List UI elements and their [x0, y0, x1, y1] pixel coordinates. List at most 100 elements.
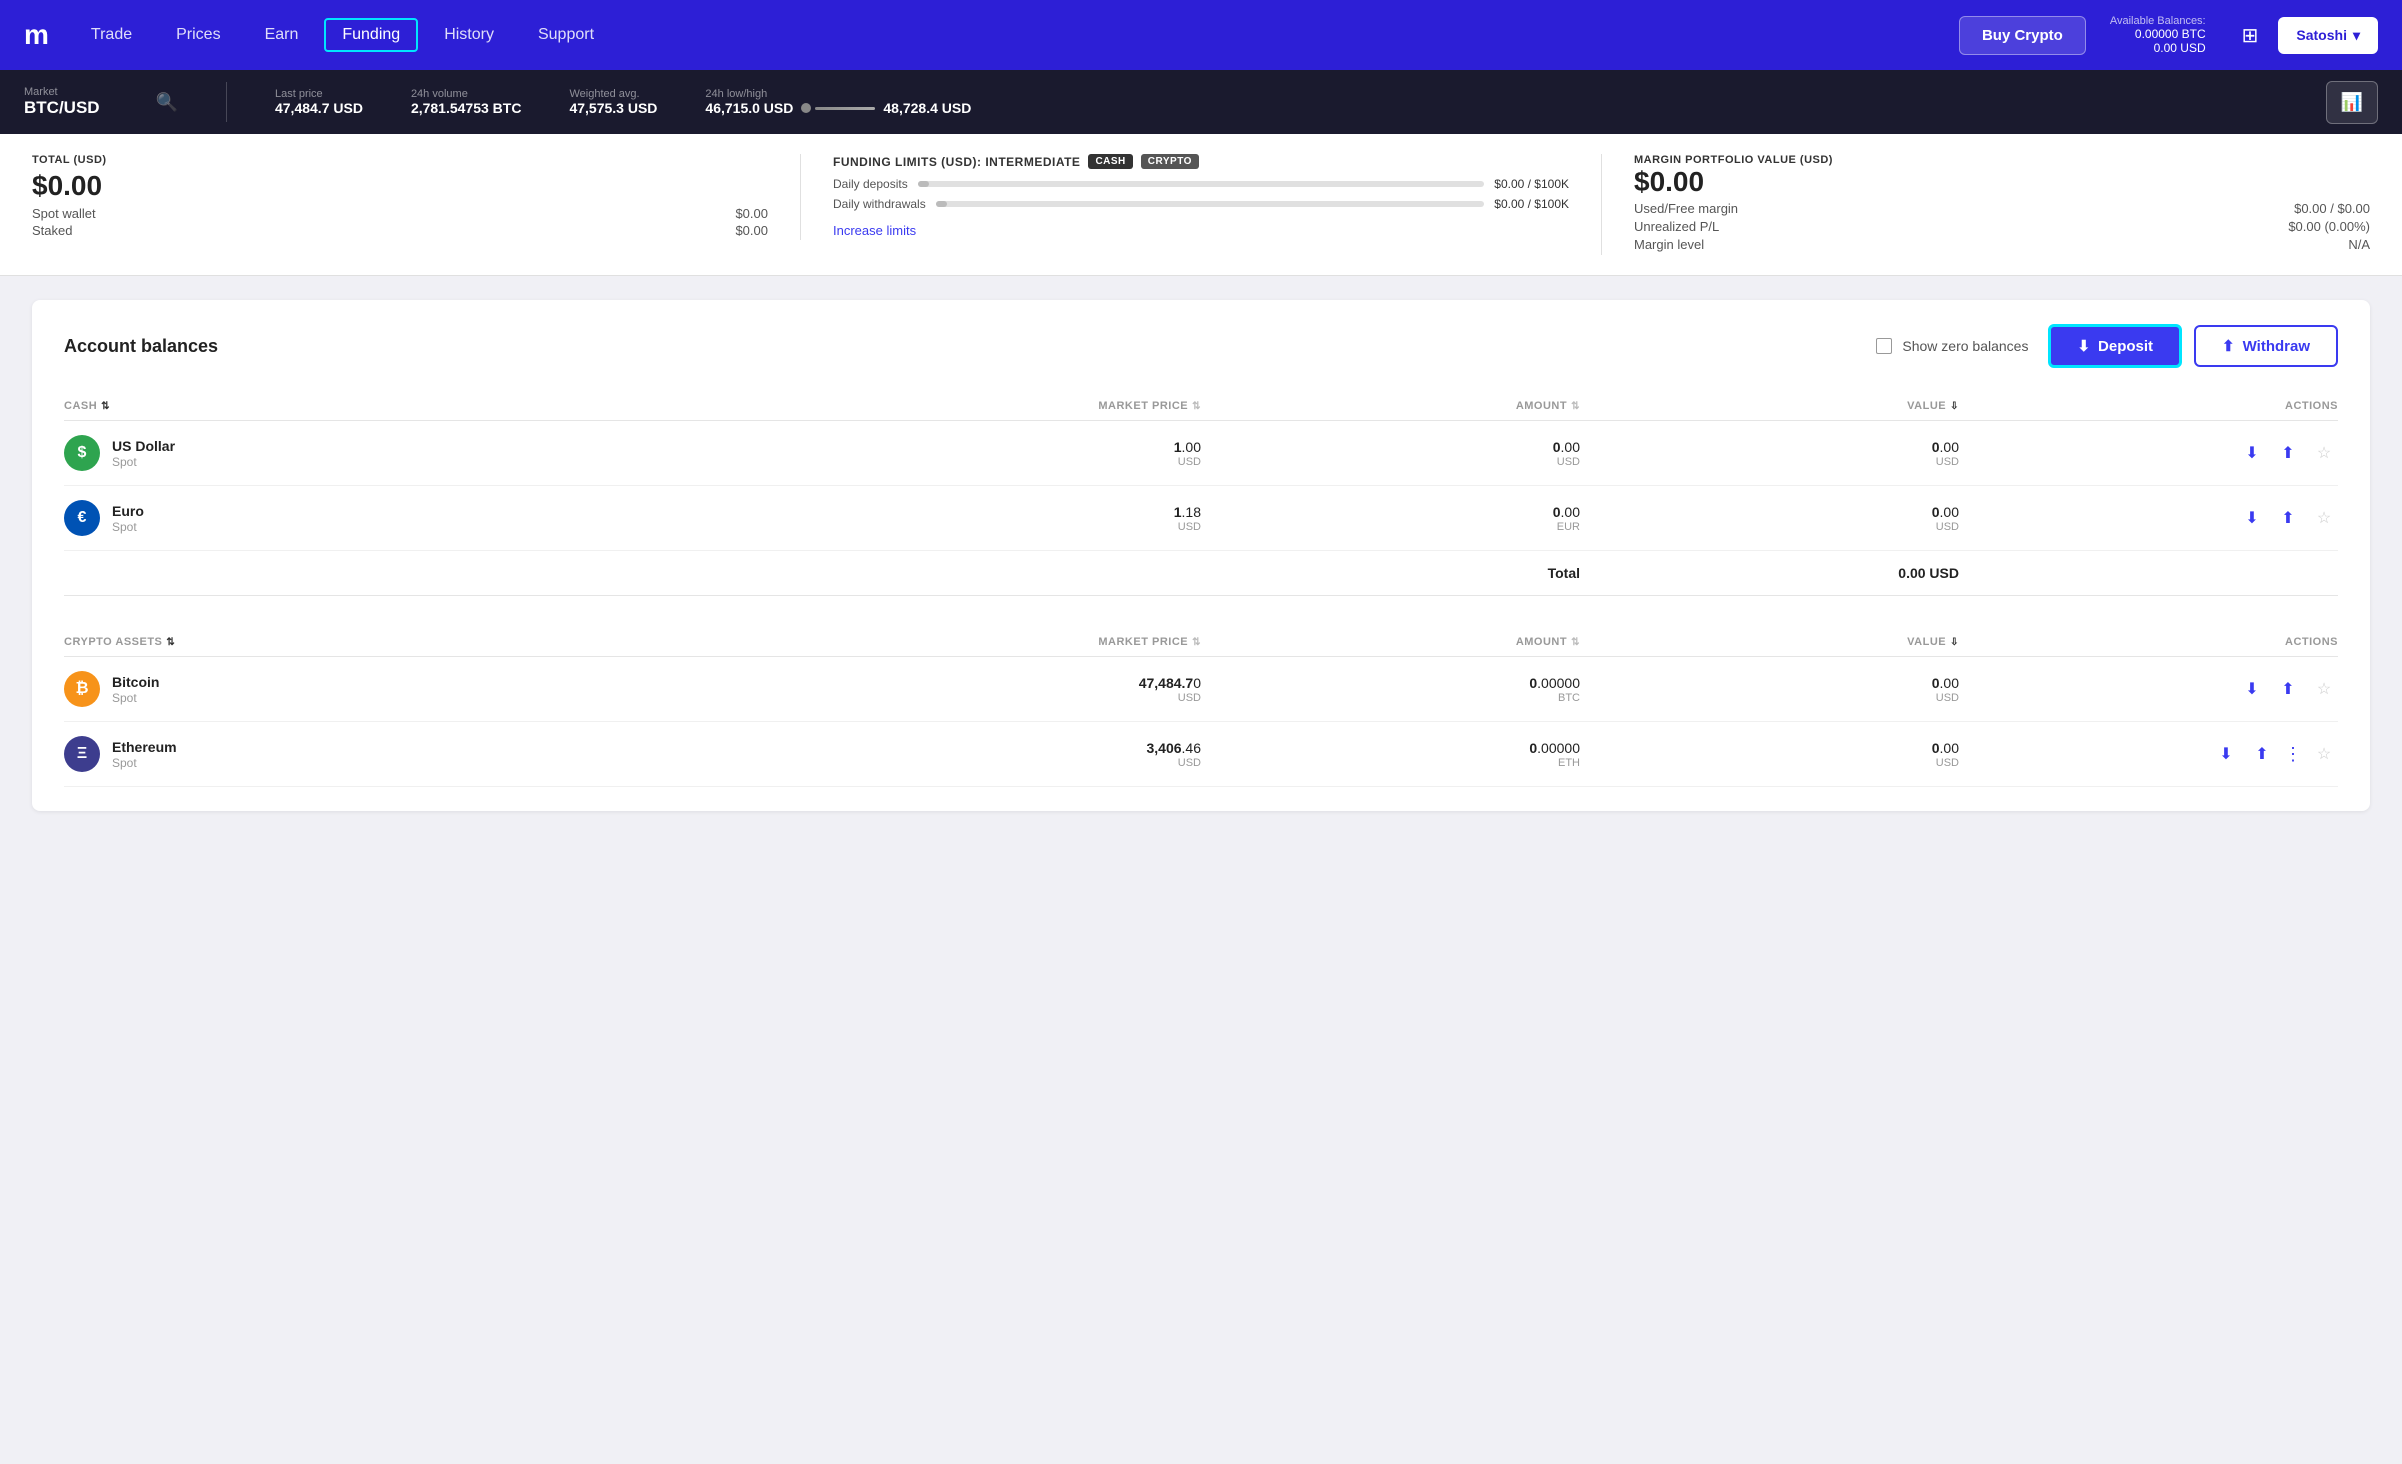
- eur-price-cell: 1.18 USD: [822, 504, 1201, 533]
- search-icon[interactable]: 🔍: [156, 92, 178, 113]
- low-high-indicator: [801, 103, 875, 113]
- eth-more-icon[interactable]: ⋮: [2284, 744, 2302, 765]
- summary-bar: TOTAL (USD) $0.00 Spot wallet $0.00 Stak…: [0, 134, 2402, 276]
- crypto-market-price-header: MARKET PRICE ⇅: [822, 636, 1201, 648]
- btc-value: 0.00: [1580, 675, 1959, 691]
- btc-balance: 0.00000 BTC: [2110, 27, 2206, 41]
- usd-value-cell: 0.00 USD: [1580, 439, 1959, 468]
- daily-withdrawals-label: Daily withdrawals: [833, 197, 926, 211]
- nav-earn[interactable]: Earn: [247, 18, 317, 52]
- btc-price-cell: 47,484.70 USD: [822, 675, 1201, 704]
- nav-trade[interactable]: Trade: [73, 18, 150, 52]
- account-balances-card: Account balances Show zero balances ⬇ De…: [32, 300, 2370, 811]
- logo[interactable]: m: [24, 19, 49, 51]
- crypto-table-header: CRYPTO ASSETS ⇅ MARKET PRICE ⇅ AMOUNT ⇅ …: [64, 628, 2338, 657]
- staked-row: Staked $0.00: [32, 223, 768, 238]
- nav-prices[interactable]: Prices: [158, 18, 238, 52]
- crypto-amount-sort-icon[interactable]: ⇅: [1571, 637, 1580, 648]
- btc-value-cell: 0.00 USD: [1580, 675, 1959, 704]
- grid-icon[interactable]: ⊞: [2242, 23, 2259, 48]
- daily-deposits-row: Daily deposits $0.00 / $100K: [833, 177, 1569, 191]
- btc-withdraw-icon[interactable]: ⬆: [2274, 675, 2302, 703]
- eth-value-cell: 0.00 USD: [1580, 740, 1959, 769]
- eth-deposit-icon[interactable]: ⬇: [2212, 740, 2240, 768]
- cash-sort-icon[interactable]: ⇅: [101, 401, 110, 412]
- cash-table: CASH ⇅ MARKET PRICE ⇅ AMOUNT ⇅ VALUE ⇩ A…: [64, 392, 2338, 596]
- crypto-value-sort-icon[interactable]: ⇩: [1950, 637, 1959, 648]
- crypto-actions-header: ACTIONS: [1959, 636, 2338, 648]
- usd-star-icon[interactable]: ☆: [2310, 439, 2338, 467]
- crypto-badge: Crypto: [1141, 154, 1199, 169]
- btc-price: 47,484.70: [822, 675, 1201, 691]
- usd-sub: Spot: [112, 455, 175, 469]
- daily-withdrawals-value: $0.00 / $100K: [1494, 197, 1569, 211]
- amount-sort-icon[interactable]: ⇅: [1571, 401, 1580, 412]
- margin-label: MARGIN PORTFOLIO VALUE (USD): [1634, 154, 2370, 166]
- nav-support[interactable]: Support: [520, 18, 612, 52]
- total-section: TOTAL (USD) $0.00 Spot wallet $0.00 Stak…: [32, 154, 768, 240]
- deposit-button[interactable]: ⬇ Deposit: [2048, 324, 2182, 368]
- usd-amount-unit: USD: [1201, 456, 1580, 468]
- unrealized-value: $0.00 (0.00%): [2288, 219, 2370, 234]
- account-balances-title: Account balances: [64, 336, 218, 357]
- eth-withdraw-icon[interactable]: ⬆: [2248, 740, 2276, 768]
- usd-withdraw-icon[interactable]: ⬆: [2274, 439, 2302, 467]
- btc-price-unit: USD: [822, 692, 1201, 704]
- eur-price: 1.18: [822, 504, 1201, 520]
- usd-price: 1.00: [822, 439, 1201, 455]
- market-pair: Market BTC/USD: [24, 86, 100, 118]
- btc-amount-cell: 0.00000 BTC: [1201, 675, 1580, 704]
- crypto-column-header: CRYPTO ASSETS ⇅: [64, 636, 822, 648]
- ticker-divider: [226, 82, 227, 122]
- value-column-header: VALUE ⇩: [1580, 400, 1959, 412]
- eur-deposit-icon[interactable]: ⬇: [2238, 504, 2266, 532]
- withdraw-button[interactable]: ⬆ Withdraw: [2194, 325, 2338, 367]
- eur-star-icon[interactable]: ☆: [2310, 504, 2338, 532]
- crypto-market-sort-icon[interactable]: ⇅: [1192, 637, 1201, 648]
- eth-price: 3,406.46: [822, 740, 1201, 756]
- usd-value-unit: USD: [1580, 456, 1959, 468]
- main-content: Account balances Show zero balances ⬇ De…: [0, 276, 2402, 835]
- eth-sub: Spot: [112, 756, 177, 770]
- daily-deposits-label: Daily deposits: [833, 177, 908, 191]
- weighted-value: 47,575.3 USD: [569, 100, 657, 116]
- eth-price-cell: 3,406.46 USD: [822, 740, 1201, 769]
- usd-icon: $: [64, 435, 100, 471]
- unrealized-row: Unrealized P/L $0.00 (0.00%): [1634, 219, 2370, 234]
- eur-sub: Spot: [112, 520, 144, 534]
- nav-history[interactable]: History: [426, 18, 512, 52]
- cash-column-header: CASH ⇅: [64, 400, 822, 412]
- spot-wallet-label: Spot wallet: [32, 206, 96, 221]
- usd-asset-cell: $ US Dollar Spot: [64, 435, 822, 471]
- eth-star-icon[interactable]: ☆: [2310, 740, 2338, 768]
- show-zero-balances: Show zero balances: [1876, 338, 2028, 354]
- market-price-sort-icon[interactable]: ⇅: [1192, 401, 1201, 412]
- btc-star-icon[interactable]: ☆: [2310, 675, 2338, 703]
- btc-deposit-icon[interactable]: ⬇: [2238, 675, 2266, 703]
- crypto-sort-icon[interactable]: ⇅: [166, 637, 175, 648]
- eth-price-unit: USD: [822, 757, 1201, 769]
- eur-amount-unit: EUR: [1201, 521, 1580, 533]
- eur-amount-cell: 0.00 EUR: [1201, 504, 1580, 533]
- usd-actions-cell: ⬇ ⬆ ☆: [1959, 439, 2338, 467]
- eth-value: 0.00: [1580, 740, 1959, 756]
- weighted-label: Weighted avg.: [569, 88, 657, 100]
- user-name: Satoshi: [2296, 27, 2347, 43]
- usd-name: US Dollar: [112, 438, 175, 454]
- eur-withdraw-icon[interactable]: ⬆: [2274, 504, 2302, 532]
- nav-funding[interactable]: Funding: [324, 18, 418, 52]
- last-price-value: 47,484.7 USD: [275, 100, 363, 116]
- usd-deposit-icon[interactable]: ⬇: [2238, 439, 2266, 467]
- eur-amount: 0.00: [1201, 504, 1580, 520]
- used-free-value: $0.00 / $0.00: [2294, 201, 2370, 216]
- show-zero-checkbox[interactable]: [1876, 338, 1892, 354]
- value-sort-icon[interactable]: ⇩: [1950, 401, 1959, 412]
- buy-crypto-button[interactable]: Buy Crypto: [1959, 16, 2086, 55]
- cash-total-value: 0.00 USD: [1580, 565, 1959, 581]
- margin-section: MARGIN PORTFOLIO VALUE (USD) $0.00 Used/…: [1601, 154, 2370, 255]
- user-menu-button[interactable]: Satoshi ▾: [2278, 17, 2378, 54]
- increase-limits-link[interactable]: Increase limits: [833, 223, 916, 238]
- chart-button[interactable]: 📊: [2326, 81, 2378, 124]
- eth-amount-unit: ETH: [1201, 757, 1580, 769]
- cash-total-label: Total: [1201, 565, 1580, 581]
